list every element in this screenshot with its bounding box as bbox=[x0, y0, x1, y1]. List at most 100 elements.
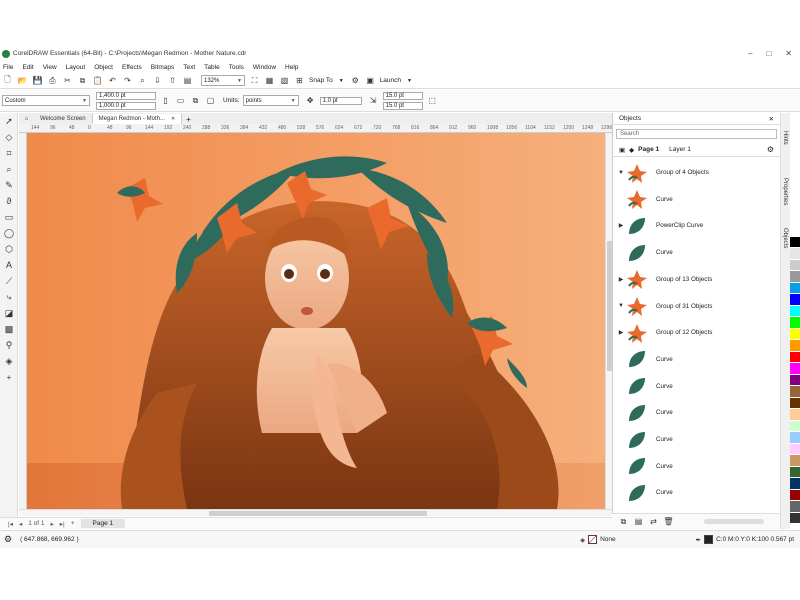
object-row[interactable]: Curve bbox=[616, 453, 774, 480]
palette-swatch[interactable] bbox=[790, 282, 800, 294]
chevron-right-icon[interactable]: ▶ bbox=[616, 276, 626, 283]
object-row[interactable]: ▶ Group of 12 Objects bbox=[616, 319, 774, 346]
search-content-icon[interactable]: ⌕ bbox=[137, 75, 148, 86]
freehand-tool-icon[interactable]: ✎ bbox=[0, 177, 18, 193]
palette-swatch[interactable] bbox=[790, 501, 800, 513]
chevron-right-icon[interactable]: ▶ bbox=[616, 222, 626, 229]
tab-properties[interactable]: Properties bbox=[782, 178, 788, 205]
paste-icon[interactable]: 📋 bbox=[92, 75, 103, 86]
palette-swatch[interactable] bbox=[790, 512, 800, 524]
menu-table[interactable]: Table bbox=[204, 64, 220, 71]
pick-tool-icon[interactable]: ➚ bbox=[0, 113, 18, 129]
palette-swatch[interactable] bbox=[790, 317, 800, 329]
palette-swatch[interactable] bbox=[790, 271, 800, 283]
rulers-icon[interactable]: ▦ bbox=[264, 75, 275, 86]
all-pages-icon[interactable]: ⧉ bbox=[190, 95, 201, 106]
duplicate-y-field[interactable]: 15.0 pt bbox=[382, 101, 423, 110]
settings-gear-icon[interactable]: ⚙ bbox=[4, 534, 12, 545]
pdf-icon[interactable]: ▤ bbox=[182, 75, 193, 86]
tab-document[interactable]: Megan Redmon - Moth... ✕ bbox=[92, 114, 183, 124]
snap-icon[interactable]: ⊞ bbox=[294, 75, 305, 86]
palette-swatch[interactable] bbox=[790, 236, 800, 248]
artistic-media-icon[interactable]: ϑ bbox=[0, 193, 18, 209]
palette-swatch[interactable] bbox=[790, 397, 800, 409]
outline-swatch[interactable] bbox=[704, 535, 714, 544]
full-screen-icon[interactable]: ⛶ bbox=[249, 75, 260, 86]
horizontal-scrollbar[interactable] bbox=[19, 509, 612, 516]
grid-icon[interactable]: ▧ bbox=[279, 75, 290, 86]
palette-swatch[interactable] bbox=[790, 248, 800, 260]
fill-bucket-icon[interactable]: ◈ bbox=[580, 536, 585, 544]
menu-file[interactable]: File bbox=[3, 64, 13, 71]
next-page-icon[interactable]: ▸ bbox=[50, 520, 53, 528]
first-page-icon[interactable]: |◂ bbox=[8, 520, 13, 528]
home-icon[interactable]: ⌂ bbox=[21, 113, 32, 124]
chevron-down-icon[interactable]: ▼ bbox=[616, 303, 626, 309]
new-tab-icon[interactable]: + bbox=[186, 115, 191, 124]
pen-icon[interactable]: ✒ bbox=[696, 536, 701, 544]
menu-effects[interactable]: Effects bbox=[122, 64, 142, 71]
close-docker-icon[interactable]: ✕ bbox=[769, 115, 774, 123]
object-row[interactable]: Curve bbox=[616, 239, 774, 266]
palette-swatch[interactable] bbox=[790, 305, 800, 317]
import-icon[interactable]: ⇩ bbox=[152, 75, 163, 86]
palette-swatch[interactable] bbox=[790, 489, 800, 501]
parallel-dimension-icon[interactable]: ⟋ bbox=[0, 273, 18, 289]
minimize-button[interactable]: – bbox=[748, 49, 752, 58]
page-1-tab[interactable]: Page 1 bbox=[80, 519, 126, 528]
chevron-down-icon[interactable]: ▼ bbox=[616, 170, 626, 176]
palette-swatch[interactable] bbox=[790, 443, 800, 455]
palette-swatch[interactable] bbox=[790, 259, 800, 271]
expand-page-icon[interactable]: ◆ bbox=[629, 146, 634, 154]
palette-swatch[interactable] bbox=[790, 420, 800, 432]
menu-tools[interactable]: Tools bbox=[229, 64, 244, 71]
palette-swatch[interactable] bbox=[790, 409, 800, 421]
menu-edit[interactable]: Edit bbox=[22, 64, 33, 71]
palette-swatch[interactable] bbox=[790, 432, 800, 444]
zoom-level-combo[interactable]: 132% ▼ bbox=[201, 75, 245, 86]
menu-text[interactable]: Text bbox=[183, 64, 195, 71]
object-row[interactable]: Curve bbox=[616, 186, 774, 213]
new-layer-icon[interactable]: ⧉ bbox=[618, 516, 629, 527]
palette-swatch[interactable] bbox=[790, 386, 800, 398]
launch-icon[interactable]: ▣ bbox=[365, 75, 376, 86]
text-tool-icon[interactable]: A bbox=[0, 257, 18, 273]
ellipse-tool-icon[interactable]: ◯ bbox=[0, 225, 18, 241]
close-tab-icon[interactable]: ✕ bbox=[171, 116, 175, 122]
print-icon[interactable]: ⎙ bbox=[47, 75, 58, 86]
eyedropper-tool-icon[interactable]: ⚲ bbox=[0, 337, 18, 353]
current-page-icon[interactable]: ▢ bbox=[205, 95, 216, 106]
object-row[interactable]: ▼ Group of 31 Objects bbox=[616, 293, 774, 320]
palette-swatch[interactable] bbox=[790, 374, 800, 386]
close-button[interactable]: ✕ bbox=[785, 49, 792, 58]
vertical-ruler[interactable] bbox=[19, 133, 27, 509]
open-icon[interactable]: 📂 bbox=[17, 75, 28, 86]
menu-view[interactable]: View bbox=[43, 64, 57, 71]
options-gear-icon[interactable]: ⚙ bbox=[350, 75, 361, 86]
menu-window[interactable]: Window bbox=[253, 64, 276, 71]
crop-tool-icon[interactable]: ⌗ bbox=[0, 145, 18, 161]
object-row[interactable]: Curve bbox=[616, 373, 774, 400]
new-master-layer-icon[interactable]: ▤ bbox=[633, 516, 644, 527]
portrait-icon[interactable]: ▯ bbox=[160, 95, 171, 106]
object-row[interactable]: Curve bbox=[616, 346, 774, 373]
docker-settings-gear-icon[interactable]: ⚙ bbox=[767, 145, 774, 154]
add-tool-icon[interactable]: + bbox=[0, 369, 18, 385]
palette-swatch[interactable] bbox=[790, 225, 800, 237]
object-row[interactable]: ▼ Group of 4 Objects bbox=[616, 159, 774, 186]
fill-swatch[interactable] bbox=[588, 535, 598, 544]
save-icon[interactable]: 💾 bbox=[32, 75, 43, 86]
fill-tool-icon[interactable]: ◈ bbox=[0, 353, 18, 369]
landscape-icon[interactable]: ▭ bbox=[175, 95, 186, 106]
copy-icon[interactable]: ⧉ bbox=[77, 75, 88, 86]
transparency-tool-icon[interactable]: ▩ bbox=[0, 321, 18, 337]
chevron-right-icon[interactable]: ▶ bbox=[616, 329, 626, 336]
palette-swatch[interactable] bbox=[790, 363, 800, 375]
menu-object[interactable]: Object bbox=[94, 64, 113, 71]
undo-icon[interactable]: ↶ bbox=[107, 75, 118, 86]
page-height-field[interactable]: 1,000.0 pt bbox=[96, 101, 156, 110]
palette-swatch[interactable] bbox=[790, 340, 800, 352]
palette-swatch[interactable] bbox=[790, 328, 800, 340]
menu-layout[interactable]: Layout bbox=[66, 64, 86, 71]
tab-hints[interactable]: Hints bbox=[782, 131, 788, 145]
